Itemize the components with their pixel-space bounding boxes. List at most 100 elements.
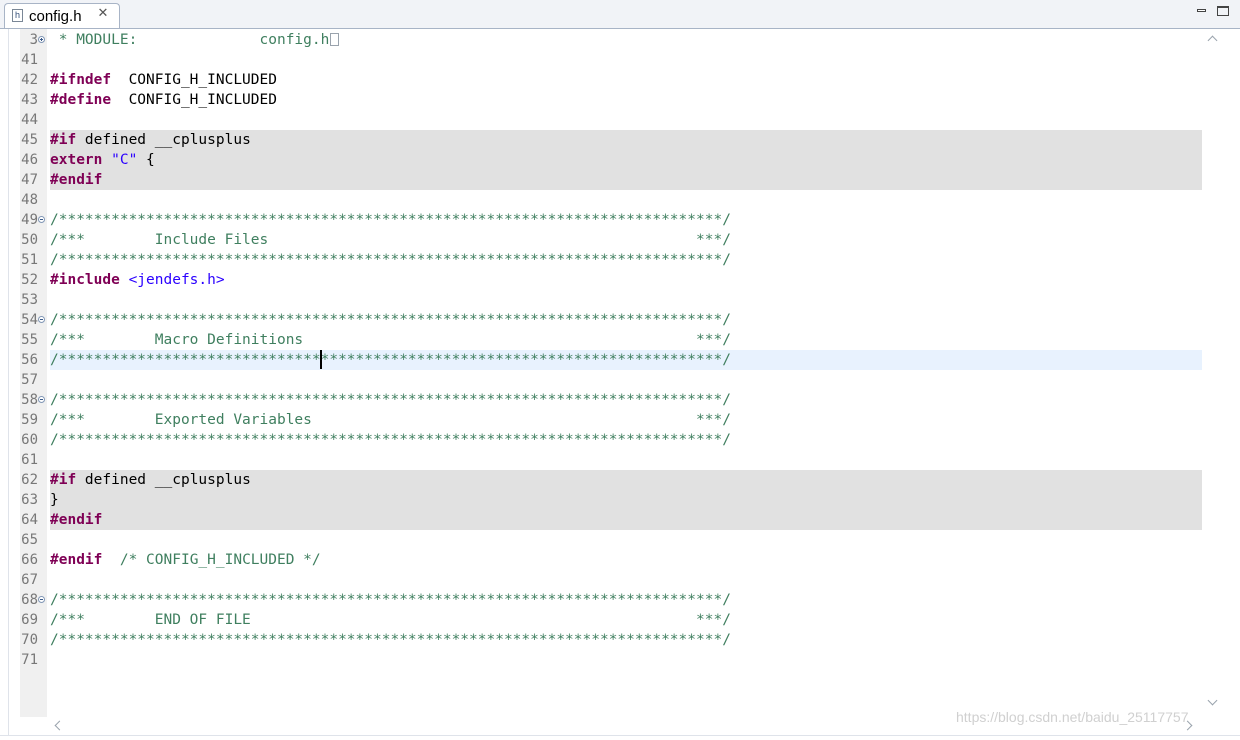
code-token: * MODULE: config.h (50, 32, 330, 48)
code-line[interactable]: 56 /*************************************… (0, 350, 1202, 370)
code-line[interactable]: 47 #endif (0, 170, 1202, 190)
code-text: /***************************************… (50, 392, 731, 408)
code-text: /***************************************… (50, 632, 731, 648)
line-number: 63 (21, 492, 38, 508)
inactive-code-highlight (50, 150, 1202, 170)
code-text: #if defined __cplusplus (50, 472, 251, 488)
line-number: 58 (21, 392, 38, 408)
code-text: /***************************************… (50, 312, 731, 328)
line-number: 49 (21, 212, 38, 228)
minimize-icon[interactable] (1196, 6, 1208, 16)
code-line[interactable]: 70 /*************************************… (0, 630, 1202, 650)
code-line[interactable]: 62 #if defined __cplusplus (0, 470, 1202, 490)
code-line[interactable]: 44 (0, 110, 1202, 130)
code-text: /*** END OF FILE ***/ (50, 612, 731, 628)
code-line[interactable]: 45 #if defined __cplusplus (0, 130, 1202, 150)
code-line[interactable]: 52 #include <jendefs.h> (0, 270, 1202, 290)
code-text: #if defined __cplusplus (50, 132, 251, 148)
line-number: 42 (21, 72, 38, 88)
code-token: #if (50, 472, 77, 488)
line-number: 50 (21, 232, 38, 248)
maximize-icon[interactable] (1217, 6, 1229, 16)
line-number: 71 (21, 652, 38, 668)
scroll-left-arrow-icon[interactable] (52, 721, 62, 731)
code-text: /*** Macro Definitions ***/ (50, 332, 731, 348)
code-line[interactable]: 63} (0, 490, 1202, 510)
code-text: /*** Exported Variables ***/ (50, 412, 731, 428)
line-number: 62 (21, 472, 38, 488)
line-number: 55 (21, 332, 38, 348)
line-number: 41 (21, 52, 38, 68)
scroll-up-arrow-icon[interactable] (1206, 33, 1220, 43)
code-token: /*** Include Files ***/ (50, 232, 731, 248)
code-text: #endif (50, 512, 102, 528)
code-editor[interactable]: 3 * MODULE: config.h 41 42 #ifndef CONFIG_H… (0, 29, 1240, 740)
code-token: <jendefs.h> (119, 272, 225, 288)
line-number: 66 (21, 552, 38, 568)
expand-fold-icon[interactable] (38, 36, 45, 43)
collapse-fold-icon[interactable] (38, 316, 45, 323)
line-number: 3 (29, 32, 38, 48)
code-text: #endif /* CONFIG_H_INCLUDED */ (50, 552, 321, 568)
code-line[interactable]: 53 (0, 290, 1202, 310)
code-line[interactable]: 67 (0, 570, 1202, 590)
code-token: defined __cplusplus (76, 472, 251, 488)
code-line[interactable]: 61 (0, 450, 1202, 470)
code-line[interactable]: 46 extern "C" { (0, 150, 1202, 170)
code-token: "C" (111, 152, 138, 168)
code-token: /***************************************… (50, 212, 731, 228)
code-line[interactable]: 68 /*************************************… (0, 590, 1202, 610)
code-text: #endif (50, 172, 102, 188)
code-token: CONFIG_H_INCLUDED (111, 72, 277, 88)
code-text: #define CONFIG_H_INCLUDED (50, 92, 277, 108)
code-line[interactable]: 54 /*************************************… (0, 310, 1202, 330)
folded-ellipsis-icon[interactable] (330, 33, 340, 46)
line-number: 56 (21, 352, 38, 368)
code-line[interactable]: 51 /*************************************… (0, 250, 1202, 270)
code-line[interactable]: 71 (0, 650, 1202, 670)
code-text: /***************************************… (50, 592, 731, 608)
collapse-fold-icon[interactable] (38, 596, 45, 603)
code-line[interactable]: 69 /*** END OF FILE ***/ (0, 610, 1202, 630)
code-line[interactable]: 64 #endif (0, 510, 1202, 530)
line-number: 46 (21, 152, 38, 168)
code-line[interactable]: 41 (0, 50, 1202, 70)
code-line[interactable]: 50 /*** Include Files ***/ (0, 230, 1202, 250)
code-token: } (50, 492, 59, 508)
code-line[interactable]: 49 /*************************************… (0, 210, 1202, 230)
code-line[interactable]: 55 /*** Macro Definitions ***/ (0, 330, 1202, 350)
code-line[interactable]: 66 #endif /* CONFIG_H_INCLUDED */ (0, 550, 1202, 570)
line-number: 60 (21, 432, 38, 448)
code-line[interactable]: 58 /*************************************… (0, 390, 1202, 410)
code-line[interactable]: 59 /*** Exported Variables ***/ (0, 410, 1202, 430)
editor-tab-bar: h config.h ✕ (0, 0, 1240, 29)
code-token: defined __cplusplus (76, 132, 251, 148)
code-line[interactable]: 48 (0, 190, 1202, 210)
code-text: } (50, 492, 59, 508)
scroll-down-arrow-icon[interactable] (1206, 697, 1220, 707)
code-line[interactable]: 65 (0, 530, 1202, 550)
code-token: /***************************************… (50, 392, 731, 408)
line-number: 64 (21, 512, 38, 528)
code-text: /*** Include Files ***/ (50, 232, 731, 248)
code-token: extern (50, 152, 103, 168)
code-token: #if (50, 132, 77, 148)
code-line[interactable]: 43 #define CONFIG_H_INCLUDED (0, 90, 1202, 110)
line-number: 47 (21, 172, 38, 188)
code-token: #endif (50, 552, 103, 568)
code-line[interactable]: 42 #ifndef CONFIG_H_INCLUDED (0, 70, 1202, 90)
code-line[interactable]: 3 * MODULE: config.h (0, 30, 1202, 50)
text-caret (320, 350, 322, 369)
close-icon[interactable]: ✕ (97, 7, 109, 20)
collapse-fold-icon[interactable] (38, 216, 45, 223)
code-token: /*** END OF FILE ***/ (50, 612, 731, 628)
code-text: #ifndef CONFIG_H_INCLUDED (50, 72, 277, 88)
code-line[interactable]: 57 (0, 370, 1202, 390)
code-line[interactable]: 60 /*************************************… (0, 430, 1202, 450)
collapse-fold-icon[interactable] (38, 396, 45, 403)
tab-config-h[interactable]: h config.h ✕ (4, 3, 120, 28)
code-token: /***************************************… (50, 312, 731, 328)
vertical-scrollbar[interactable] (1202, 29, 1240, 717)
code-token: /***************************************… (50, 632, 731, 648)
